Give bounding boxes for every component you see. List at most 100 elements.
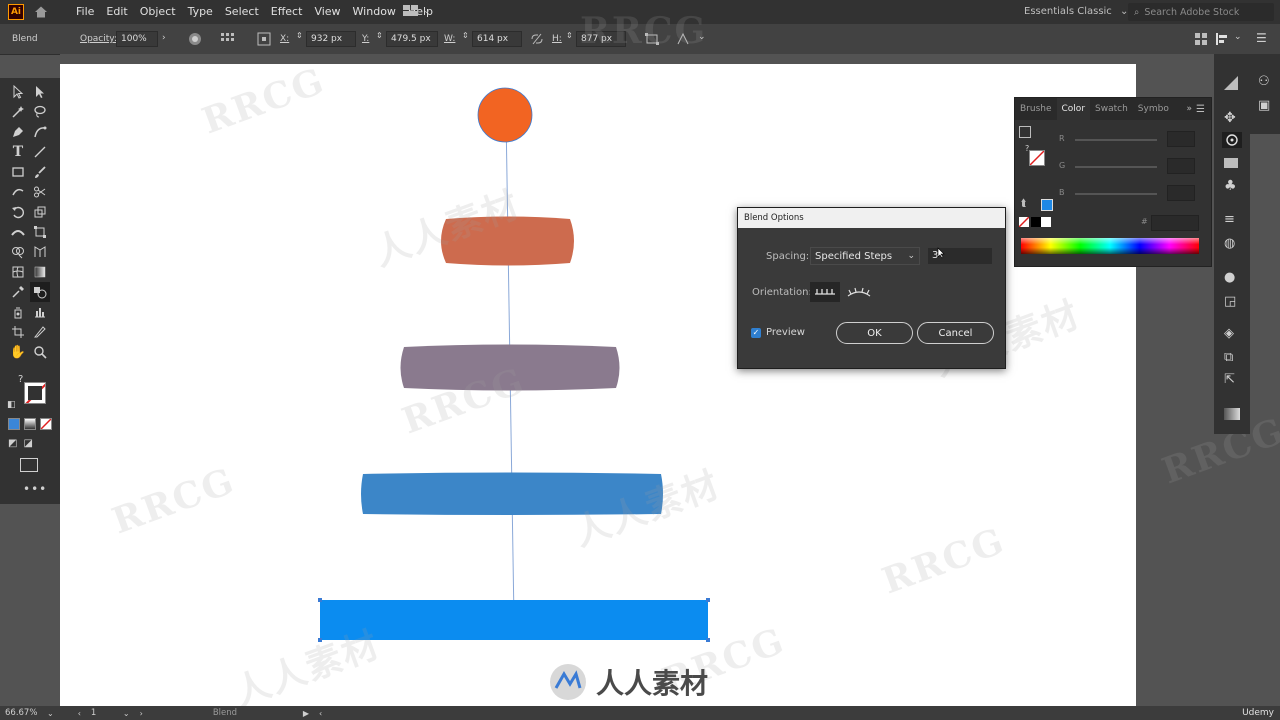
paintbrush-tool-icon[interactable] (30, 162, 50, 182)
tab-brushes[interactable]: Brushe (1015, 98, 1057, 120)
rotate-tool-icon[interactable] (8, 202, 28, 222)
chevron-left-icon[interactable]: ‹ (319, 709, 322, 718)
perspective-grid-tool-icon[interactable] (30, 242, 50, 262)
blend-circle-shape[interactable] (477, 87, 533, 143)
g-value-field[interactable] (1167, 158, 1195, 174)
r-slider[interactable] (1075, 139, 1157, 141)
tab-color[interactable]: Color (1056, 98, 1091, 120)
symbols-icon[interactable]: ♣ (1224, 178, 1237, 194)
previous-artboard-icon[interactable]: ‹ (78, 709, 81, 718)
white-swatch[interactable] (1041, 217, 1051, 227)
blend-rectangle-shape[interactable] (320, 600, 708, 640)
anchor-point[interactable] (318, 598, 322, 602)
chevron-down-icon[interactable]: ⌄ (123, 709, 130, 718)
artboard-number[interactable]: 1 (91, 708, 121, 718)
hex-value-field[interactable] (1151, 215, 1199, 231)
align-to-path-button[interactable] (844, 282, 874, 302)
symbol-sprayer-tool-icon[interactable] (8, 302, 28, 322)
align-to-page-icon (815, 289, 835, 295)
slice-tool-icon[interactable] (30, 322, 50, 342)
transparency-icon[interactable]: ● (1224, 270, 1235, 285)
shape-builder-tool-icon[interactable] (8, 242, 28, 262)
fill-unknown-indicator: ? (18, 374, 24, 385)
gradient-panel-icon[interactable] (1224, 408, 1240, 420)
swatches-icon[interactable] (1224, 158, 1238, 168)
none-mode-icon[interactable] (40, 418, 52, 430)
preview-checkbox[interactable]: ✓ Preview (751, 327, 805, 338)
puppet-warp-icon[interactable]: ✥ (1224, 110, 1236, 126)
type-tool-icon[interactable]: T (8, 142, 28, 162)
scale-tool-icon[interactable] (30, 202, 50, 222)
screen-mode-icon[interactable] (20, 458, 38, 472)
blend-step-shape-1[interactable] (441, 216, 574, 266)
default-colors-icon[interactable]: ◧ (7, 400, 16, 410)
ok-button[interactable]: OK (836, 322, 913, 344)
watermark-logo: 人人素材 (548, 662, 708, 702)
hex-label: # (1141, 217, 1148, 226)
anchor-point[interactable] (706, 638, 710, 642)
play-icon[interactable]: ▶ (303, 709, 309, 718)
tab-symbols[interactable]: Symbo (1133, 98, 1174, 120)
appearance-icon[interactable]: ◍ (1224, 236, 1235, 251)
color-panel-stroke-swatch[interactable] (1029, 150, 1045, 166)
out-of-gamut-icon[interactable]: ⮬ (1021, 198, 1027, 209)
blend-step-shape-2[interactable] (400, 344, 620, 391)
layers-icon[interactable]: ◈ (1224, 326, 1234, 341)
chevron-down-icon[interactable]: ⌄ (47, 709, 54, 718)
anchor-point[interactable] (318, 638, 322, 642)
lasso-tool-icon[interactable] (30, 102, 50, 122)
black-swatch[interactable] (1031, 217, 1041, 227)
selection-tool-icon[interactable] (8, 82, 28, 102)
anchor-point[interactable] (706, 598, 710, 602)
color-panel-button[interactable] (1222, 132, 1242, 148)
edit-toolbar-icon[interactable]: ••• (23, 482, 47, 496)
hand-tool-icon[interactable]: ✋ (8, 342, 28, 362)
nearest-color-swatch[interactable] (1041, 199, 1053, 211)
draw-normal-icon[interactable]: ◩ (8, 438, 17, 449)
draw-inside-icon[interactable]: ◪ (23, 438, 32, 449)
mesh-tool-icon[interactable] (8, 262, 28, 282)
libraries-icon[interactable]: ⚇ (1258, 74, 1270, 89)
graphic-styles-icon[interactable]: ◲ (1224, 294, 1236, 309)
panel-menu-icon[interactable]: ☰ (1196, 104, 1205, 115)
expand-panel-icon[interactable]: » (1187, 104, 1193, 114)
column-graph-tool-icon[interactable] (30, 302, 50, 322)
cancel-button[interactable]: Cancel (917, 322, 994, 344)
scissors-tool-icon[interactable] (30, 182, 50, 202)
blend-tool-icon[interactable] (30, 282, 50, 302)
blend-step-shape-3[interactable] (361, 472, 663, 516)
fill-stroke-widget[interactable]: ? (18, 374, 50, 408)
artboards-icon[interactable]: ⧉ (1224, 350, 1233, 365)
direct-selection-tool-icon[interactable] (30, 82, 50, 102)
eyedropper-tool-icon[interactable] (8, 282, 28, 302)
r-value-field[interactable] (1167, 131, 1195, 147)
b-slider[interactable] (1075, 193, 1157, 195)
next-artboard-icon[interactable]: › (140, 709, 143, 718)
zoom-tool-icon[interactable] (30, 342, 50, 362)
stroke-panel-icon[interactable]: ≡ (1224, 212, 1235, 227)
magic-wand-tool-icon[interactable] (8, 102, 28, 122)
none-swatch[interactable] (1019, 217, 1029, 227)
artboard-tool-icon[interactable] (8, 322, 28, 342)
align-to-page-button[interactable] (810, 282, 840, 302)
pen-tool-icon[interactable] (8, 122, 28, 142)
width-tool-icon[interactable] (8, 222, 28, 242)
gradient-tool-icon[interactable] (30, 262, 50, 282)
logo-text: 人人素材 (596, 667, 709, 700)
g-slider[interactable] (1075, 166, 1157, 168)
zoom-level[interactable]: 66.67% (5, 708, 45, 718)
b-value-field[interactable] (1167, 185, 1195, 201)
line-segment-tool-icon[interactable] (30, 142, 50, 162)
spacing-dropdown[interactable]: Specified Steps ⌄ (810, 247, 920, 265)
document-info-icon[interactable]: ▣ (1258, 98, 1270, 113)
shaper-tool-icon[interactable] (8, 182, 28, 202)
curvature-tool-icon[interactable] (30, 122, 50, 142)
default-fill-stroke-icon[interactable] (1019, 126, 1031, 138)
tab-swatches[interactable]: Swatch (1090, 98, 1133, 120)
rectangle-tool-icon[interactable] (8, 162, 28, 182)
free-transform-tool-icon[interactable] (30, 222, 50, 242)
color-mode-icon[interactable] (8, 418, 20, 430)
export-icon[interactable]: ⇱ (1224, 372, 1235, 387)
properties-icon[interactable] (1224, 76, 1238, 90)
gradient-mode-icon[interactable] (24, 418, 36, 430)
